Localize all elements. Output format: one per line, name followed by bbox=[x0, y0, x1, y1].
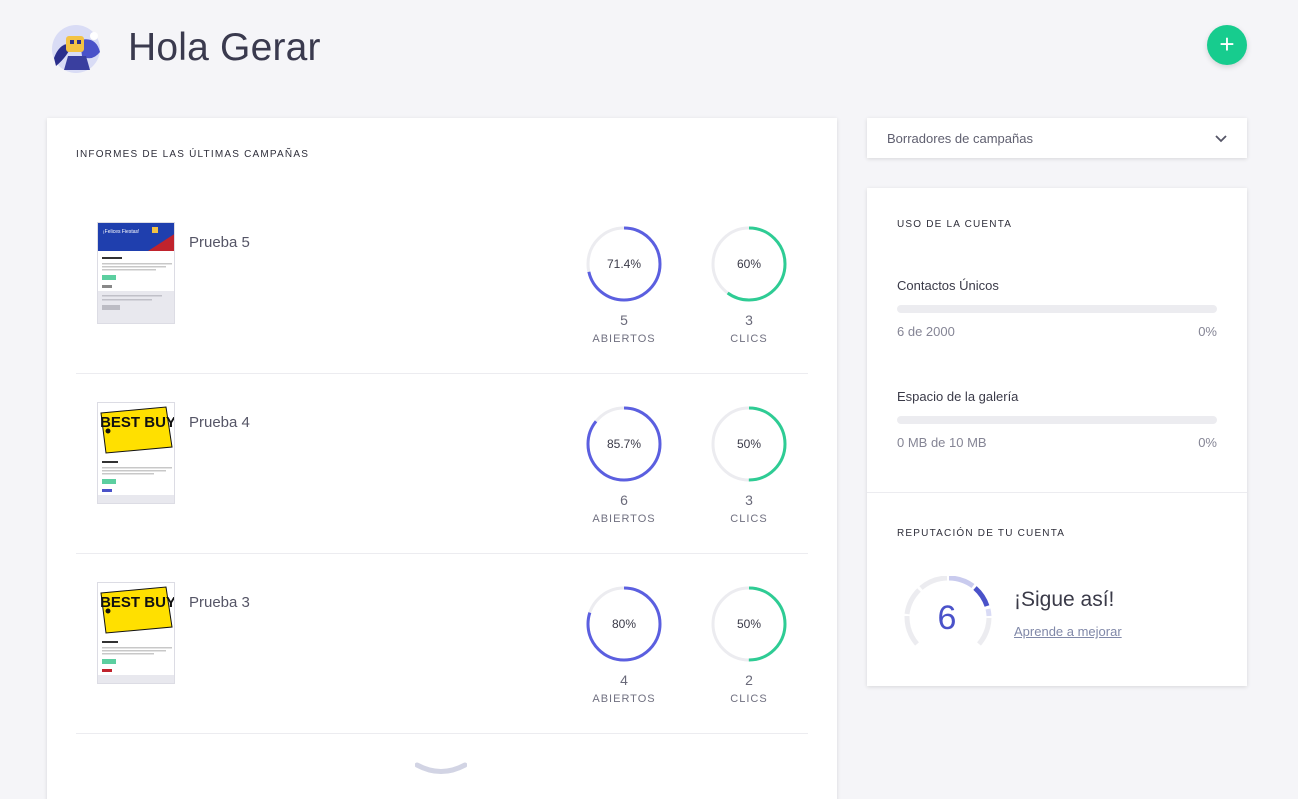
opens-percent: 85.7% bbox=[607, 437, 641, 451]
clicks-label: CLICS bbox=[730, 333, 768, 345]
opens-label: ABIERTOS bbox=[592, 333, 656, 345]
opens-label: ABIERTOS bbox=[592, 513, 656, 525]
opens-ring-chart: 80% bbox=[586, 586, 662, 662]
gallery-space-bar bbox=[897, 416, 1217, 424]
campaign-row[interactable]: ¡Felices Fiestas! Prueba 5 71.4% 5 ABIER… bbox=[76, 194, 808, 374]
unique-contacts-amount: 6 de 2000 bbox=[897, 324, 955, 339]
opens-metric: 71.4% 5 ABIERTOS bbox=[579, 224, 669, 345]
opens-label: ABIERTOS bbox=[592, 693, 656, 705]
clicks-count: 2 bbox=[745, 672, 753, 688]
opens-metric: 80% 4 ABIERTOS bbox=[579, 584, 669, 705]
unique-contacts-label: Contactos Únicos bbox=[897, 278, 999, 293]
thumbnail-logo-text: BEST BUY bbox=[100, 414, 175, 431]
add-button[interactable]: + bbox=[1207, 25, 1247, 65]
gallery-space-percent: 0% bbox=[1198, 435, 1217, 450]
clicks-ring-chart: 50% bbox=[711, 586, 787, 662]
clicks-ring-chart: 60% bbox=[711, 226, 787, 302]
divider bbox=[867, 492, 1247, 493]
show-more-chevron-icon[interactable] bbox=[414, 762, 468, 781]
campaign-name[interactable]: Prueba 3 bbox=[189, 594, 250, 611]
unique-contacts-percent: 0% bbox=[1198, 324, 1217, 339]
opens-ring-chart: 85.7% bbox=[586, 406, 662, 482]
gallery-space-label: Espacio de la galería bbox=[897, 389, 1019, 404]
opens-count: 4 bbox=[620, 672, 628, 688]
campaign-reports-card: INFORMES DE LAS ÚLTIMAS CAMPAÑAS ¡Felice… bbox=[47, 118, 837, 799]
opens-ring-chart: 71.4% bbox=[586, 226, 662, 302]
gallery-space-usage: Espacio de la galería 0 MB de 10 MB 0% bbox=[897, 389, 1217, 450]
clicks-metric: 50% 2 CLICS bbox=[704, 584, 794, 705]
opens-count: 6 bbox=[620, 492, 628, 508]
clicks-percent: 50% bbox=[737, 617, 761, 631]
opens-percent: 80% bbox=[612, 617, 636, 631]
clicks-count: 3 bbox=[745, 312, 753, 328]
thumbnail-logo-text: BEST BUY bbox=[100, 594, 175, 611]
clicks-metric: 50% 3 CLICS bbox=[704, 404, 794, 525]
learn-to-improve-link[interactable]: Aprende a mejorar bbox=[1014, 624, 1122, 639]
campaign-thumbnail[interactable]: BEST BUY bbox=[97, 582, 175, 684]
unique-contacts-usage: Contactos Únicos 6 de 2000 0% bbox=[897, 278, 1217, 339]
campaign-thumbnail[interactable]: ¡Felices Fiestas! bbox=[97, 222, 175, 324]
account-usage-card: USO DE LA CUENTA Contactos Únicos 6 de 2… bbox=[867, 188, 1247, 686]
opens-count: 5 bbox=[620, 312, 628, 328]
campaign-row[interactable]: BEST BUY Prueba 4 85.7% 6 ABIERTOS 50% 3… bbox=[76, 374, 808, 554]
chevron-down-icon bbox=[1215, 131, 1227, 146]
avatar[interactable] bbox=[46, 22, 108, 74]
thumbnail-banner-text: ¡Felices Fiestas! bbox=[103, 229, 139, 235]
campaign-thumbnail[interactable]: BEST BUY bbox=[97, 402, 175, 504]
reputation-message: ¡Sigue así! bbox=[1014, 588, 1115, 611]
page-title: Hola Gerar bbox=[128, 26, 321, 69]
header: Hola Gerar bbox=[46, 22, 321, 74]
clicks-label: CLICS bbox=[730, 513, 768, 525]
campaign-name[interactable]: Prueba 5 bbox=[189, 234, 250, 251]
clicks-count: 3 bbox=[745, 492, 753, 508]
clicks-ring-chart: 50% bbox=[711, 406, 787, 482]
campaign-name[interactable]: Prueba 4 bbox=[189, 414, 250, 431]
opens-metric: 85.7% 6 ABIERTOS bbox=[579, 404, 669, 525]
campaign-row[interactable]: BEST BUY Prueba 3 80% 4 ABIERTOS 50% 2 C… bbox=[76, 554, 808, 734]
reputation-title: REPUTACIÓN DE TU CUENTA bbox=[897, 528, 1066, 539]
campaign-drafts-dropdown[interactable]: Borradores de campañas bbox=[867, 118, 1247, 158]
opens-percent: 71.4% bbox=[607, 257, 641, 271]
clicks-label: CLICS bbox=[730, 693, 768, 705]
clicks-percent: 50% bbox=[737, 437, 761, 451]
account-usage-title: USO DE LA CUENTA bbox=[897, 219, 1013, 230]
reputation-score: 6 bbox=[937, 599, 957, 637]
campaign-drafts-label: Borradores de campañas bbox=[887, 130, 1033, 146]
clicks-percent: 60% bbox=[737, 257, 761, 271]
campaign-reports-title: INFORMES DE LAS ÚLTIMAS CAMPAÑAS bbox=[76, 149, 310, 160]
clicks-metric: 60% 3 CLICS bbox=[704, 224, 794, 345]
gallery-space-amount: 0 MB de 10 MB bbox=[897, 435, 987, 450]
unique-contacts-bar bbox=[897, 305, 1217, 313]
